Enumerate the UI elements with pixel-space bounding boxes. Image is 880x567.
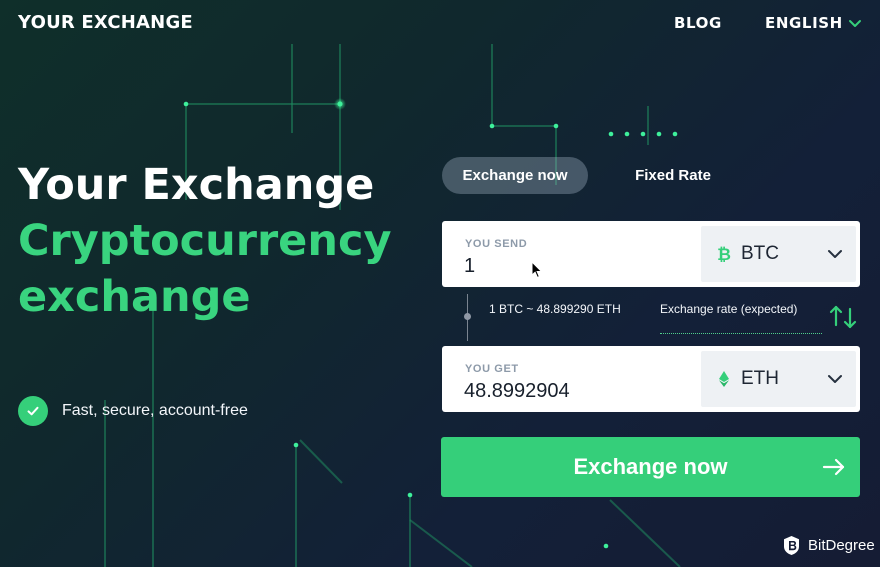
- exchange-rate-row: 1 BTC ~ 48.899290 ETH Exchange rate (exp…: [442, 292, 860, 342]
- feature-row: Fast, secure, account-free: [18, 396, 248, 426]
- language-selector[interactable]: ENGLISH: [765, 14, 862, 32]
- language-label: ENGLISH: [765, 14, 843, 32]
- get-currency-code: ETH: [741, 368, 779, 389]
- top-header: YOUR EXCHANGE BLOG ENGLISH: [0, 0, 880, 46]
- chevron-down-icon: [848, 20, 861, 27]
- tab-exchange-now[interactable]: Exchange now: [442, 157, 588, 194]
- exchange-rate-value: 1 BTC ~ 48.899290 ETH: [489, 302, 621, 316]
- bitdegree-watermark: BitDegree: [781, 535, 875, 556]
- ethereum-icon: [715, 370, 733, 388]
- bitcoin-icon: ₿: [715, 245, 733, 263]
- tab-fixed-rate[interactable]: Fixed Rate: [588, 157, 758, 194]
- get-amount-input[interactable]: [464, 377, 684, 405]
- mouse-cursor-icon: [531, 261, 543, 279]
- hero-title-line-3: exchange: [18, 272, 251, 322]
- exchange-now-button[interactable]: Exchange now: [441, 437, 860, 497]
- send-amount-input[interactable]: [464, 252, 684, 280]
- exchange-rate-label[interactable]: Exchange rate (expected): [660, 302, 822, 334]
- get-currency-select[interactable]: ETH: [701, 351, 856, 407]
- swap-arrows-icon[interactable]: [826, 300, 860, 334]
- brand-logo-text[interactable]: YOUR EXCHANGE: [18, 12, 193, 33]
- chevron-down-icon: [828, 375, 842, 383]
- exchange-now-button-label: Exchange now: [573, 454, 728, 479]
- hero-heading: Your Exchange Cryptocurrency exchange: [18, 157, 428, 325]
- bitdegree-shield-icon: [784, 536, 799, 555]
- get-card: YOU GET ETH: [442, 346, 860, 412]
- send-currency-code: BTC: [741, 243, 779, 264]
- hero-title-line-1: Your Exchange: [18, 160, 375, 210]
- send-currency-select[interactable]: ₿ BTC: [701, 226, 856, 282]
- rate-connector-dot: [464, 313, 471, 320]
- bitdegree-watermark-text: BitDegree: [808, 537, 875, 554]
- hero-title-line-2: Cryptocurrency: [18, 216, 392, 266]
- get-label: YOU GET: [465, 363, 519, 375]
- arrow-right-icon: [822, 458, 845, 476]
- check-circle-icon: [18, 396, 48, 426]
- exchange-tabs: Exchange now Fixed Rate: [442, 157, 758, 194]
- svg-text:₿: ₿: [717, 245, 731, 263]
- send-card: YOU SEND ₿ BTC: [442, 221, 860, 287]
- feature-text: Fast, secure, account-free: [62, 402, 248, 419]
- send-label: YOU SEND: [465, 238, 528, 250]
- nav-blog-link[interactable]: BLOG: [674, 14, 722, 32]
- chevron-down-icon: [828, 250, 842, 258]
